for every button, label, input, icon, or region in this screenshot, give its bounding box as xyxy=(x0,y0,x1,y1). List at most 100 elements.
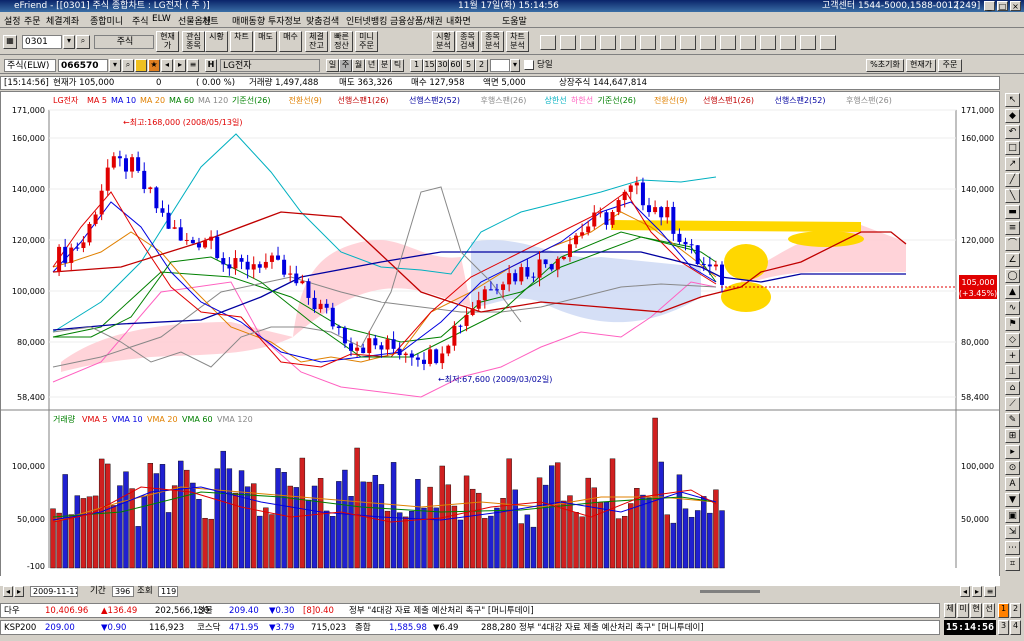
toolbar-button-4[interactable]: 매도 xyxy=(254,31,277,52)
tool-icon-7[interactable] xyxy=(680,35,696,50)
draw-tool-icon-8[interactable]: ≡ xyxy=(1005,221,1020,235)
draw-tool-icon-10[interactable]: ∠ xyxy=(1005,253,1020,267)
menu-item-5[interactable]: ELW xyxy=(152,14,171,24)
next-icon[interactable]: ▸ xyxy=(174,59,186,72)
tool-icon-10[interactable] xyxy=(740,35,756,50)
draw-tool-icon-0[interactable]: ↖ xyxy=(1005,93,1020,107)
status-tab-2[interactable]: 현 xyxy=(970,603,982,618)
draw-tool-icon-21[interactable]: ⊞ xyxy=(1005,429,1020,443)
tool-icon-6[interactable] xyxy=(660,35,676,50)
dropdown-icon[interactable]: ▾ xyxy=(510,59,520,72)
period-0[interactable]: 일 xyxy=(326,59,339,72)
toolbar-button-2[interactable]: 시황 xyxy=(205,31,228,52)
minute-0[interactable]: 1 xyxy=(410,59,423,72)
tool-icon-3[interactable] xyxy=(600,35,616,50)
minute-2[interactable]: 30 xyxy=(436,59,449,72)
tool-icon-8[interactable] xyxy=(700,35,716,50)
menu-item-14[interactable]: 도움말 xyxy=(502,14,527,27)
analysis-button-2[interactable]: 종목분석 xyxy=(481,31,504,52)
status-tab-0[interactable]: 체 xyxy=(944,603,956,618)
period-1[interactable]: 주 xyxy=(339,59,352,72)
settings-icon[interactable]: ≡ xyxy=(984,586,996,597)
draw-tool-icon-15[interactable]: ◇ xyxy=(1005,333,1020,347)
toolbar-button-1[interactable]: 관심종목 xyxy=(182,31,205,52)
minimize-button[interactable]: _ xyxy=(984,1,995,11)
scroll-right-icon[interactable]: ▸ xyxy=(14,586,24,597)
toolbar-button-7[interactable]: 빠른정산 xyxy=(330,31,353,52)
menu-item-0[interactable]: 설정 xyxy=(4,14,21,27)
toolbar-button-3[interactable]: 차트 xyxy=(230,31,253,52)
tool-icon-9[interactable] xyxy=(720,35,736,50)
tool-icon-14[interactable] xyxy=(820,35,836,50)
h-button[interactable]: H xyxy=(205,59,217,72)
tool-icon-0[interactable] xyxy=(540,35,556,50)
draw-tool-icon-1[interactable]: ◆ xyxy=(1005,109,1020,123)
period-3[interactable]: 년 xyxy=(365,59,378,72)
dropdown-icon[interactable]: ▾ xyxy=(63,35,75,49)
tool-icon-12[interactable] xyxy=(780,35,796,50)
toolbar-button-6[interactable]: 체결잔고 xyxy=(305,31,328,52)
minute-3[interactable]: 60 xyxy=(449,59,462,72)
period-5[interactable]: 틱 xyxy=(391,59,404,72)
draw-tool-icon-9[interactable]: ⌒ xyxy=(1005,237,1020,251)
draw-tool-icon-5[interactable]: ╱ xyxy=(1005,173,1020,187)
zoom-slider[interactable] xyxy=(700,590,760,593)
date-input[interactable]: 2009-11-17 xyxy=(30,586,78,597)
draw-tool-icon-16[interactable]: + xyxy=(1005,349,1020,363)
price-chart[interactable]: 171,000 171,000 160,000 160,000 140,000 140,0… xyxy=(1,92,1000,587)
tool-icon-11[interactable] xyxy=(760,35,776,50)
draw-tool-icon-23[interactable]: ⊙ xyxy=(1005,461,1020,475)
search-icon[interactable]: ⌕ xyxy=(122,59,134,72)
today-checkbox[interactable] xyxy=(524,60,534,70)
tool-icon-13[interactable] xyxy=(800,35,816,50)
search-icon[interactable]: ⌕ xyxy=(76,35,90,49)
toolbar-button-0[interactable]: 현재가 xyxy=(156,31,179,52)
prev-icon[interactable]: ◂ xyxy=(161,59,173,72)
draw-tool-icon-14[interactable]: ⚑ xyxy=(1005,317,1020,331)
right-button-0[interactable]: %초기화 xyxy=(866,59,904,72)
right-button-1[interactable]: 현재가 xyxy=(906,59,936,72)
draw-tool-icon-17[interactable]: ⊥ xyxy=(1005,365,1020,379)
period-input[interactable]: 396 xyxy=(112,586,134,597)
draw-tool-icon-13[interactable]: ∿ xyxy=(1005,301,1020,315)
analysis-button-3[interactable]: 차트분석 xyxy=(506,31,529,52)
query-input[interactable]: 119 xyxy=(158,586,178,597)
tool-icon-4[interactable] xyxy=(620,35,636,50)
draw-tool-icon-28[interactable]: ⋯ xyxy=(1005,541,1020,555)
menu-item-4[interactable]: 주식 xyxy=(132,14,149,27)
toolbar-button-5[interactable]: 매수 xyxy=(279,31,302,52)
period-count-input[interactable] xyxy=(490,59,510,72)
draw-tool-icon-18[interactable]: ⌂ xyxy=(1005,381,1020,395)
maximize-button[interactable]: □ xyxy=(997,1,1008,11)
draw-tool-icon-7[interactable]: ▬ xyxy=(1005,205,1020,219)
zoom-in-icon[interactable]: ▸ xyxy=(972,586,982,597)
grid-icon[interactable]: ▦ xyxy=(3,35,17,49)
minute-4[interactable]: 5 xyxy=(462,59,475,72)
zoom-out-icon[interactable]: ◂ xyxy=(960,586,970,597)
draw-tool-icon-3[interactable]: □ xyxy=(1005,141,1020,155)
menu-item-9[interactable]: 투자정보 xyxy=(268,14,301,27)
toolbar-button-8[interactable]: 미니주문 xyxy=(355,31,378,52)
draw-tool-icon-29[interactable]: ⌗ xyxy=(1005,557,1020,571)
status-tab-1[interactable]: 미 xyxy=(957,603,969,618)
menu-item-13[interactable]: 내화면 xyxy=(446,14,471,27)
right-button-2[interactable]: 주문 xyxy=(938,59,962,72)
draw-tool-icon-6[interactable]: ╲ xyxy=(1005,189,1020,203)
menu-item-8[interactable]: 매매동향 xyxy=(232,14,265,27)
menu-item-11[interactable]: 인터넷뱅킹 xyxy=(346,14,387,27)
page-button-0[interactable]: 1 xyxy=(998,603,1009,618)
menu-item-10[interactable]: 맞춤검색 xyxy=(306,14,339,27)
draw-tool-icon-22[interactable]: ▸ xyxy=(1005,445,1020,459)
status-tab-3[interactable]: 선 xyxy=(983,603,995,618)
draw-tool-icon-19[interactable]: ⟋ xyxy=(1005,397,1020,411)
folder-icon[interactable] xyxy=(135,59,147,72)
screen-number-input[interactable]: 0301 xyxy=(22,35,62,49)
page-button-1[interactable]: 2 xyxy=(1010,603,1021,618)
draw-tool-icon-26[interactable]: ▣ xyxy=(1005,509,1020,523)
menu-item-7[interactable]: 차트 xyxy=(202,14,219,27)
chart-area[interactable]: 171,000 171,000 160,000 160,000 140,000 140,0… xyxy=(0,91,1000,587)
list-icon[interactable]: ≡ xyxy=(187,59,199,72)
draw-tool-icon-11[interactable]: ◯ xyxy=(1005,269,1020,283)
draw-tool-icon-27[interactable]: ⇲ xyxy=(1005,525,1020,539)
draw-tool-icon-12[interactable]: ▲ xyxy=(1005,285,1020,299)
